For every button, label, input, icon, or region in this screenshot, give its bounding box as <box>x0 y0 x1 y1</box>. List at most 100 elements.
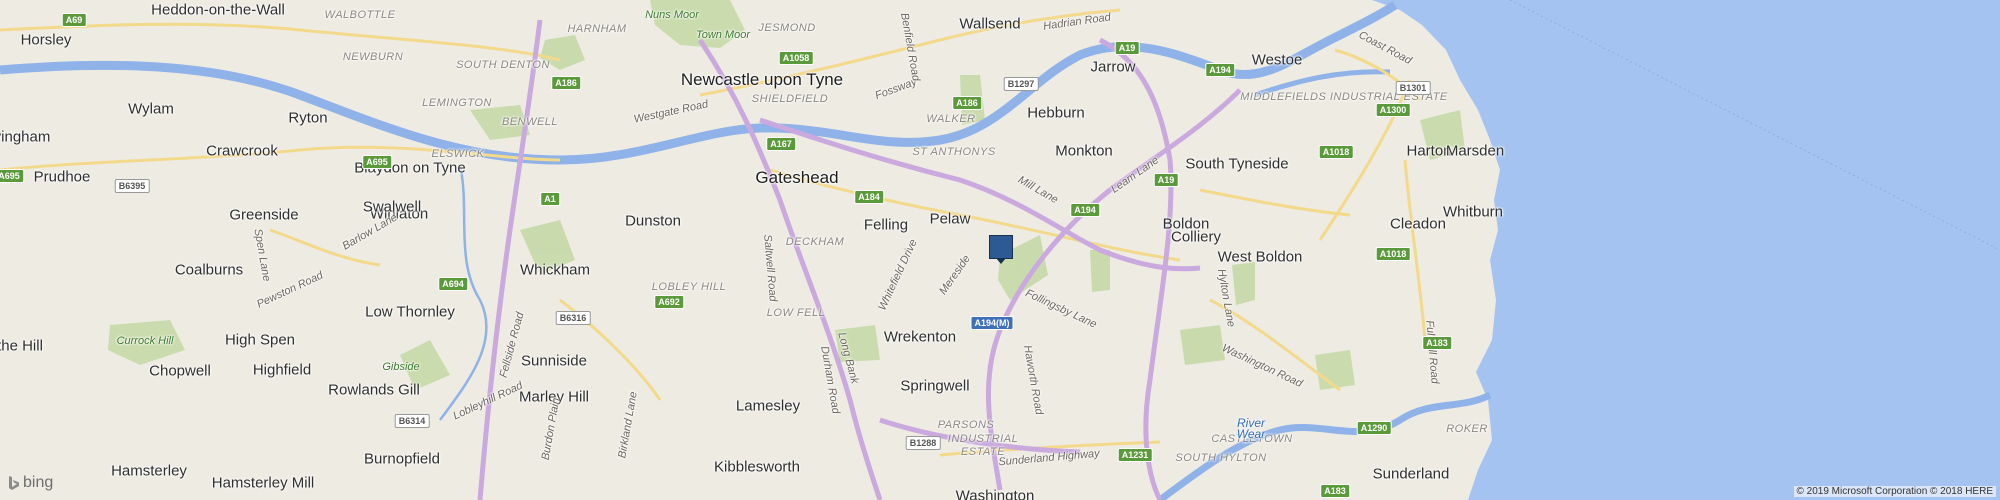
route-badge: A1058 <box>778 51 814 65</box>
place-label: Wallsend <box>959 15 1021 33</box>
place-label: Harton <box>1406 142 1452 160</box>
river-derwent <box>438 164 488 421</box>
route-badge: A695 <box>0 169 24 183</box>
place-label: Westoe <box>1251 51 1303 69</box>
district-label: SOUTH HYLTON <box>1175 452 1267 464</box>
place-label: Jarrow <box>1090 58 1136 76</box>
route-badge: A186 <box>952 96 982 110</box>
route-badge: B1297 <box>1003 77 1039 91</box>
route-badge: A186 <box>551 76 581 90</box>
place-label: Prudhoe <box>33 168 91 186</box>
park-label: Nuns Moor <box>645 9 699 21</box>
route-badge: A1018 <box>1375 247 1411 261</box>
district-label: ELSWICK <box>431 148 485 160</box>
district-label: LOBLEY HILL <box>651 281 727 293</box>
district-label: WALKER <box>926 113 976 125</box>
place-label: Hebburn <box>1027 104 1085 122</box>
place-label: Kibblesworth <box>714 458 800 476</box>
route-badge: A194 <box>1205 63 1235 77</box>
route-badge: A695 <box>362 155 392 169</box>
place-label: Horsley <box>20 31 72 49</box>
route-badge: A194(M) <box>970 316 1014 330</box>
place-label: West Boldon <box>1217 248 1303 266</box>
route-badge: A183 <box>1320 484 1350 498</box>
route-badge: A194 <box>1070 203 1100 217</box>
route-badge: A1 <box>540 192 560 206</box>
route-badge: A183 <box>1422 336 1452 350</box>
place-label: Low Thornley <box>365 303 455 321</box>
route-badge: A1290 <box>1356 421 1392 435</box>
district-label: WALBOTTLE <box>324 9 396 21</box>
route-badge: A167 <box>766 137 796 151</box>
district-label: HARNHAM <box>567 23 627 35</box>
place-label: Ryton <box>288 109 328 127</box>
district-label: NEWBURN <box>342 51 404 63</box>
place-label: South Tyneside <box>1185 155 1289 173</box>
bing-wordmark: bing <box>23 474 54 491</box>
location-pin-icon[interactable] <box>989 235 1013 264</box>
place-label: Marsden <box>1445 142 1505 160</box>
place-label: vingham <box>0 128 51 146</box>
place-label: Springwell <box>900 377 970 395</box>
place-label: Hamsterley Mill <box>211 474 315 492</box>
trunk-roads <box>477 19 1242 500</box>
place-label: Coalburns <box>174 261 244 279</box>
place-label: High Spen <box>224 331 296 349</box>
district-label: INDUSTRIAL <box>947 433 1019 445</box>
route-badge: A694 <box>438 277 468 291</box>
bing-icon <box>8 475 20 491</box>
park-label: Town Moor <box>695 29 751 41</box>
district-label: LEMINGTON <box>422 97 492 109</box>
place-label: Hamsterley <box>111 462 187 480</box>
place-label: Colliery <box>1170 228 1222 246</box>
route-badge: A1300 <box>1375 103 1411 117</box>
place-label: Pelaw <box>929 210 971 228</box>
place-label: Sunderland <box>1372 465 1450 483</box>
place-label: Gateshead <box>755 168 839 187</box>
route-badge: A1231 <box>1117 448 1153 462</box>
district-label: SOUTH DENTON <box>456 59 550 71</box>
place-label: Rowlands Gill <box>328 381 420 399</box>
route-badge: A692 <box>654 295 684 309</box>
place-label: Washington <box>955 487 1035 500</box>
place-label: Sunniside <box>521 352 587 370</box>
place-label: Heddon-on-the-Wall <box>151 1 285 19</box>
bing-logo[interactable]: bing <box>8 474 53 492</box>
route-badge: B1288 <box>905 436 941 450</box>
place-label: Cleadon <box>1390 215 1446 233</box>
district-label: ST ANTHONYS <box>912 146 996 158</box>
district-label: DECKHAM <box>785 236 845 248</box>
place-label: Dunston <box>625 212 681 230</box>
place-label: Whitburn <box>1442 203 1504 221</box>
place-label: the Hill <box>0 337 43 355</box>
place-label: Wylam <box>128 100 174 118</box>
route-badge: B6316 <box>555 311 591 325</box>
water-label: Wear <box>1236 427 1266 441</box>
route-badge: B6395 <box>114 179 150 193</box>
district-label: PARSONS <box>937 419 995 431</box>
route-badge: B1301 <box>1395 81 1431 95</box>
district-label: LOW FELL <box>766 307 826 319</box>
place-label: Burnopfield <box>364 450 440 468</box>
park-label: Gibside <box>382 361 420 373</box>
place-label: Wrekenton <box>883 328 957 346</box>
route-badge: A19 <box>1114 41 1140 55</box>
district-label: JESMOND <box>758 22 816 34</box>
route-badge: A184 <box>854 190 884 204</box>
place-label: Chopwell <box>149 362 211 380</box>
place-label: Felling <box>863 216 909 234</box>
place-label: Greenside <box>229 206 299 224</box>
map-attribution: © 2019 Microsoft Corporation © 2018 HERE <box>1793 486 1996 497</box>
route-badge: A19 <box>1153 173 1179 187</box>
place-label: Monkton <box>1055 142 1113 160</box>
route-badge: B6314 <box>394 414 430 428</box>
park-label: Currock Hill <box>116 335 174 347</box>
district-label: SHIELDFIELD <box>751 93 829 105</box>
place-label: Whickham <box>519 261 591 279</box>
place-label: Lamesley <box>735 397 801 415</box>
route-badge: A1018 <box>1318 145 1354 159</box>
route-badge: A69 <box>61 13 87 27</box>
map-canvas[interactable]: Heddon-on-the-Wall Horsley Wylam vingham Pru… <box>0 0 2000 500</box>
place-label: Crawcrook <box>206 142 278 160</box>
district-label: BENWELL <box>501 116 559 128</box>
